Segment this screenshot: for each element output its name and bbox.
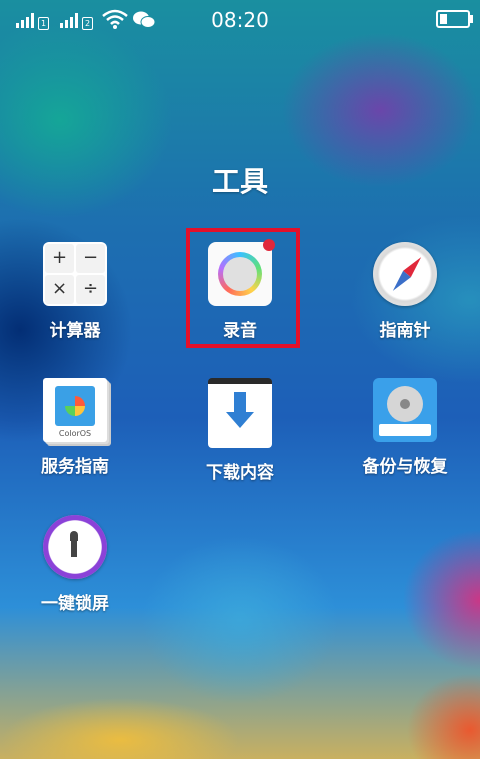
app-label: 下载内容: [206, 463, 274, 483]
calculator-icon: + − × ÷: [43, 242, 107, 306]
app-label: 一键锁屏: [41, 594, 109, 614]
app-label: 录音: [223, 321, 257, 341]
folder-title[interactable]: 工具: [0, 160, 480, 200]
app-backup-restore[interactable]: 备份与恢复: [335, 378, 475, 477]
app-service-guide[interactable]: ColorOS 服务指南: [5, 378, 145, 477]
app-label: 服务指南: [41, 457, 109, 477]
compass-icon: [373, 242, 437, 306]
battery-level: [440, 14, 447, 24]
app-label: 指南针: [379, 321, 431, 341]
app-calculator[interactable]: + − × ÷ 计算器: [5, 242, 145, 341]
calc-key: ÷: [76, 275, 105, 304]
lock-icon: [43, 515, 107, 579]
calc-key: +: [45, 244, 74, 273]
guide-icon-text: ColorOS: [58, 429, 92, 438]
app-downloads[interactable]: 下载内容: [170, 378, 310, 483]
guide-icon: ColorOS: [43, 378, 107, 442]
calc-key: −: [76, 244, 105, 273]
app-one-key-lock[interactable]: 一键锁屏: [5, 515, 145, 614]
app-recorder[interactable]: 录音: [170, 239, 310, 341]
app-label: 备份与恢复: [362, 457, 448, 477]
battery-icon: [436, 10, 473, 28]
backup-icon: [373, 378, 437, 442]
recorder-icon: [208, 239, 275, 306]
app-label: 计算器: [49, 321, 101, 341]
download-icon: [208, 378, 272, 448]
app-compass[interactable]: 指南针: [335, 242, 475, 341]
calc-key: ×: [45, 275, 74, 304]
clock: 08:20: [211, 8, 269, 32]
status-bar: 1 2 08:20: [0, 0, 480, 38]
